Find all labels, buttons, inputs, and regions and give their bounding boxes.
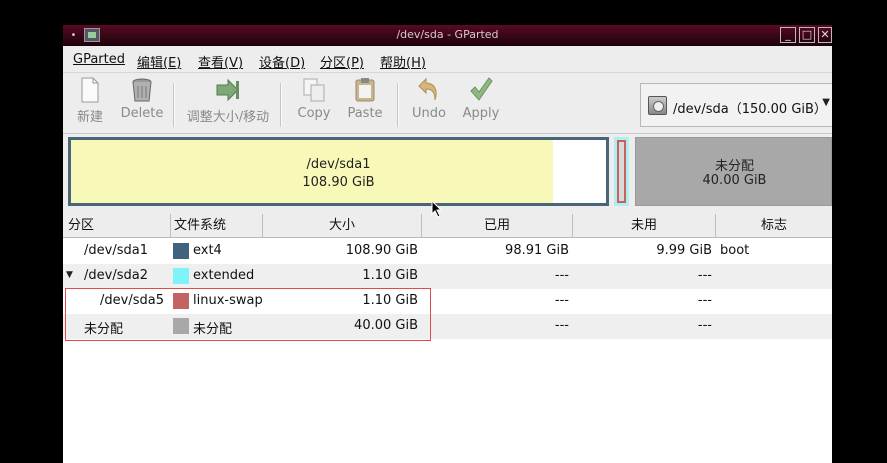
mouse-pointer-icon xyxy=(431,200,443,218)
row-unused: --- xyxy=(697,293,712,308)
apply-button[interactable]: Apply xyxy=(462,77,500,121)
title-bar: • /dev/sda - GParted _ □ ✕ xyxy=(63,25,832,46)
highlight-box xyxy=(65,288,431,341)
hard-disk-icon xyxy=(648,96,667,115)
paste-button[interactable]: Paste xyxy=(345,77,385,121)
device-selector[interactable]: /dev/sda（150.00 GiB） ▼ xyxy=(640,83,832,127)
new-button[interactable]: 新建 xyxy=(75,77,105,125)
new-label: 新建 xyxy=(76,110,103,125)
gparted-window: • /dev/sda - GParted _ □ ✕ GParted 编辑(E)… xyxy=(63,25,832,463)
resize-move-button[interactable]: 调整大小/移动 xyxy=(185,77,271,125)
row-unused: --- xyxy=(697,268,712,283)
partition-table: 分区 文件系统 大小 已用 未用 标志 /dev/sda1 ext4 108.9… xyxy=(63,214,832,463)
partition-block-name: /dev/sda1 xyxy=(306,157,371,172)
column-header-filesystem[interactable]: 文件系统 xyxy=(171,214,263,238)
row-partition: /dev/sda1 xyxy=(84,243,148,258)
device-label: /dev/sda（150.00 GiB） xyxy=(673,102,827,117)
column-header-size[interactable]: 大小 xyxy=(263,214,422,238)
window-title: /dev/sda - GParted xyxy=(396,28,499,41)
checkmark-icon xyxy=(470,77,493,101)
row-used: --- xyxy=(554,268,569,283)
paste-icon xyxy=(355,78,375,102)
partition-block-extended[interactable] xyxy=(614,137,629,206)
partition-block-size: 108.90 GiB xyxy=(302,175,375,190)
resize-move-label: 调整大小/移动 xyxy=(186,110,270,125)
minimize-button[interactable]: _ xyxy=(780,27,796,43)
menu-bar: GParted 编辑(E) 查看(V) 设备(D) 分区(P) 帮助(H) xyxy=(63,46,832,72)
menu-device[interactable]: 设备(D) xyxy=(259,52,305,71)
row-size: 1.10 GiB xyxy=(362,268,418,283)
toolbar-separator xyxy=(280,83,282,127)
undo-label: Undo xyxy=(412,106,446,121)
copy-button[interactable]: Copy xyxy=(296,77,332,121)
fs-color-swatch xyxy=(173,243,189,259)
column-header-partition[interactable]: 分区 xyxy=(63,214,171,238)
menu-partition[interactable]: 分区(P) xyxy=(320,52,364,71)
row-filesystem: ext4 xyxy=(193,243,222,258)
paste-label: Paste xyxy=(347,106,383,121)
row-filesystem: extended xyxy=(193,268,255,283)
copy-label: Copy xyxy=(297,106,331,121)
toolbar: 新建 Delete 调整大小/移动 Copy Paste Undo Apply xyxy=(63,72,832,134)
dropdown-arrow-icon: ▼ xyxy=(822,97,830,108)
row-unused: --- xyxy=(697,318,712,333)
menu-view[interactable]: 查看(V) xyxy=(198,52,243,71)
delete-label: Delete xyxy=(120,106,164,121)
delete-button[interactable]: Delete xyxy=(119,77,165,121)
row-used: --- xyxy=(554,318,569,333)
trash-icon xyxy=(132,78,152,102)
table-header: 分区 文件系统 大小 已用 未用 标志 xyxy=(63,214,832,238)
apply-label: Apply xyxy=(462,106,500,121)
maximize-button[interactable]: □ xyxy=(799,27,815,43)
close-button[interactable]: ✕ xyxy=(818,27,832,43)
unallocated-block-name: 未分配 xyxy=(714,159,754,174)
partition-block-sda1[interactable]: /dev/sda1 108.90 GiB xyxy=(68,137,609,206)
menu-gparted[interactable]: GParted xyxy=(73,52,125,67)
menu-edit[interactable]: 编辑(E) xyxy=(137,52,181,71)
column-header-flags[interactable]: 标志 xyxy=(716,214,832,238)
new-document-icon xyxy=(81,77,99,103)
row-size: 108.90 GiB xyxy=(345,243,418,258)
column-header-used[interactable]: 已用 xyxy=(422,214,573,238)
table-row[interactable]: ▼ /dev/sda2 extended 1.10 GiB --- --- xyxy=(63,264,832,289)
row-unused: 9.99 GiB xyxy=(656,243,712,258)
row-used: --- xyxy=(554,293,569,308)
row-used: 98.91 GiB xyxy=(505,243,569,258)
toolbar-separator xyxy=(173,83,175,127)
partition-block-unallocated[interactable]: 未分配 40.00 GiB xyxy=(635,137,832,206)
toolbar-separator xyxy=(397,83,399,127)
partition-block-swap[interactable] xyxy=(617,140,626,203)
expander-triangle-icon[interactable]: ▼ xyxy=(66,270,73,280)
copy-icon xyxy=(303,78,325,102)
disk-visual: /dev/sda1 108.90 GiB 未分配 40.00 GiB xyxy=(63,134,832,210)
table-row[interactable]: /dev/sda1 ext4 108.90 GiB 98.91 GiB 9.99… xyxy=(63,239,832,264)
fs-color-swatch xyxy=(173,268,189,284)
unallocated-block-size: 40.00 GiB xyxy=(702,173,767,188)
menu-help[interactable]: 帮助(H) xyxy=(380,52,426,71)
resize-arrow-icon xyxy=(216,78,239,102)
undo-button[interactable]: Undo xyxy=(411,77,447,121)
row-partition: /dev/sda2 xyxy=(84,268,148,283)
column-header-unused[interactable]: 未用 xyxy=(573,214,716,238)
undo-arrow-icon xyxy=(418,77,437,101)
row-flags: boot xyxy=(720,243,750,258)
